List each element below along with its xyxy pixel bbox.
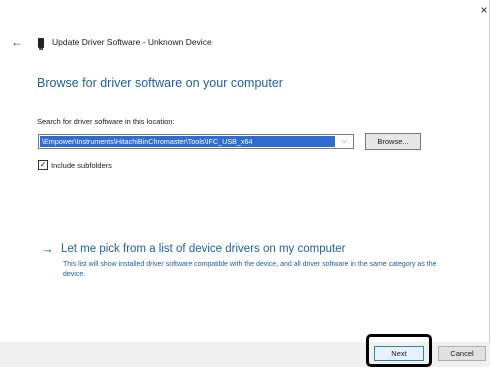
include-subfolders-checkbox[interactable]: ✓ [38, 160, 48, 170]
cancel-button[interactable]: Cancel [438, 346, 486, 361]
include-subfolders-label[interactable]: Include subfolders [51, 160, 112, 171]
update-driver-dialog: × ← Update Driver Software - Unknown Dev… [0, 0, 490, 367]
pick-from-list-link[interactable]: Let me pick from a list of device driver… [61, 242, 345, 256]
window-title: Update Driver Software - Unknown Device [52, 37, 212, 47]
close-icon[interactable]: × [478, 3, 490, 17]
pick-from-list-description: This list will show installed driver sof… [63, 261, 437, 278]
page-heading: Browse for driver software on your compu… [37, 76, 283, 90]
back-arrow-icon[interactable]: ← [11, 36, 23, 48]
device-icon [38, 38, 44, 50]
path-input[interactable]: \Empower\Instruments\HitachiBinChromaste… [40, 136, 335, 147]
chevron-down-icon[interactable]: ⌵ [337, 136, 351, 147]
next-button-highlight-frame [366, 334, 432, 367]
path-combobox[interactable]: \Empower\Instruments\HitachiBinChromaste… [38, 134, 354, 149]
browse-button[interactable]: Browse... [365, 133, 421, 150]
search-location-label: Search for driver software in this locat… [37, 117, 175, 126]
arrow-right-icon[interactable]: → [41, 242, 54, 256]
